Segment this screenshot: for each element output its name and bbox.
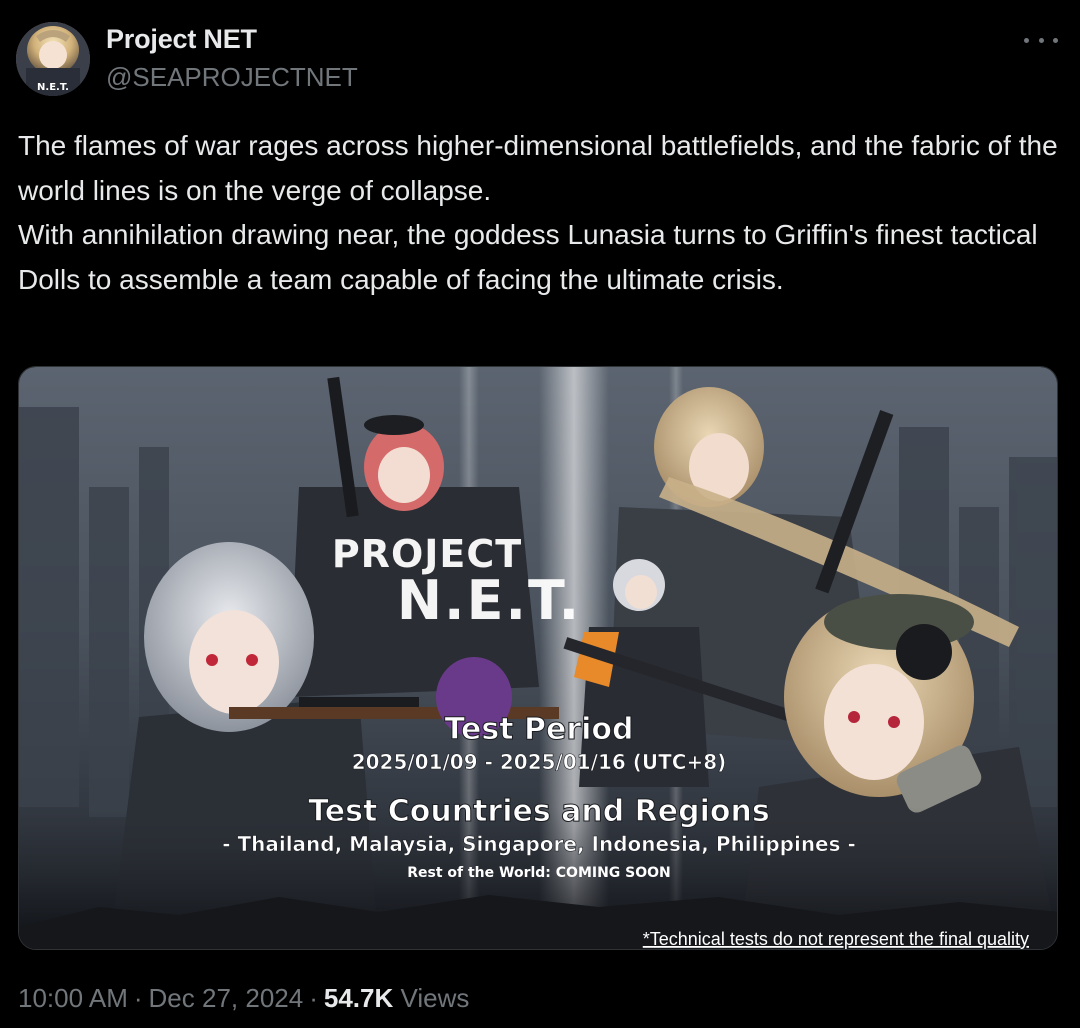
more-horizontal-icon (1024, 37, 1029, 43)
rest-of-world: Rest of the World: COMING SOON (407, 865, 671, 881)
more-horizontal-icon-dot (1053, 37, 1058, 43)
more-horizontal-icon-dot (1038, 37, 1044, 43)
separator: · (309, 983, 318, 1013)
promo-artwork: PROJECT N.E.T. Test Period 2025/01/09 - … (19, 367, 1057, 949)
regions-list: - Thailand, Malaysia, Singapore, Indones… (222, 832, 856, 856)
tweet-date[interactable]: Dec 27, 2024 (149, 983, 304, 1013)
test-period-title: Test Period (445, 712, 634, 747)
separator: · (133, 983, 143, 1013)
user-handle[interactable]: @SEAPROJECTNET (106, 62, 358, 93)
logo-line2: N.E.T. (397, 569, 581, 632)
more-options-button[interactable] (1024, 30, 1058, 50)
display-name[interactable]: Project NET (106, 24, 257, 55)
tweet-text: The flames of war rages across higher-di… (18, 130, 1058, 295)
disclaimer: *Technical tests do not represent the fi… (643, 929, 1029, 949)
tweet-meta: 10:00 AM · Dec 27, 2024 · 54.7K Views (18, 983, 469, 1014)
avatar[interactable]: N.E.T. (16, 22, 90, 96)
tweet-time[interactable]: 10:00 AM (18, 983, 128, 1013)
tweet: N.E.T. Project NET @SEAPROJECTNET The fl… (0, 0, 1080, 1028)
avatar-text: N.E.T. (37, 82, 69, 93)
avatar-image: N.E.T. (16, 22, 90, 96)
views-count: 54.7K (323, 983, 394, 1013)
test-period-dates: 2025/01/09 - 2025/01/16 (UTC+8) (352, 750, 727, 774)
tweet-media-image[interactable]: PROJECT N.E.T. Test Period 2025/01/09 - … (18, 366, 1058, 950)
views-label: Views (400, 983, 470, 1013)
regions-title: Test Countries and Regions (308, 794, 769, 829)
